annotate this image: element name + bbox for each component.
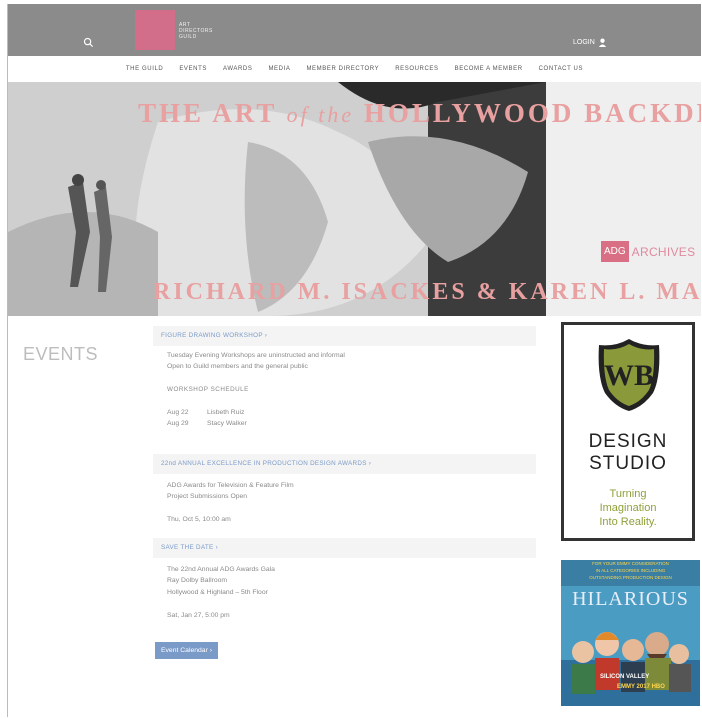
wb-design-studio-ad[interactable]: WB DESIGN STUDIO Turning Imagination Int… — [561, 322, 695, 541]
event-text: The 22nd Annual ADG Awards Gala — [167, 566, 275, 573]
event-heading-figure-drawing[interactable]: FIGURE DRAWING WORKSHOP › — [153, 326, 536, 346]
main-nav: THE GUILD EVENTS AWARDS MEDIA MEMBER DIR… — [8, 56, 701, 83]
nav-item-events[interactable]: EVENTS — [179, 66, 207, 72]
hero-authors: RICHARD M. ISACKES & KAREN L. MANESS — [153, 279, 701, 305]
event-text: Open to Guild members and the general pu… — [167, 363, 308, 370]
hilarious-headline: HILARIOUS — [572, 588, 689, 610]
event-text: ADG Awards for Television & Feature Film — [167, 482, 294, 489]
silicon-valley-emmy-ad[interactable]: FOR YOUR EMMY CONSIDERATION IN ALL CATEG… — [561, 560, 700, 706]
nav-item-become-a-member[interactable]: BECOME A MEMBER — [455, 66, 523, 72]
wb-studio-text: STUDIO — [589, 453, 667, 474]
adg-archives-badge: ADG ARCHIVES — [601, 241, 695, 262]
event-date: Sat, Jan 27, 5:00 pm — [167, 612, 230, 619]
wb-shield-logo: WB — [598, 339, 660, 411]
event-date: Thu, Oct 5, 10:00 am — [167, 516, 231, 523]
emmy-hbo-label: EMMY 2017 HBO — [617, 684, 665, 690]
event-text: Ray Dolby Ballroom — [167, 577, 228, 584]
schedule-instructor: Lisbeth Ruiz — [207, 409, 245, 416]
nav-item-the-guild[interactable]: THE GUILD — [126, 66, 163, 72]
events-heading: EVENTS — [23, 344, 99, 364]
nav-item-resources[interactable]: RESOURCES — [395, 66, 438, 72]
schedule-date: Aug 22 — [167, 409, 189, 416]
schedule-date: Aug 29 — [167, 420, 189, 427]
cast-illustration — [561, 632, 700, 706]
top-bar: ART DIRECTORS GUILD LOGIN — [8, 4, 701, 56]
archives-label: ARCHIVES — [631, 244, 696, 259]
event-text: Project Submissions Open — [167, 493, 248, 500]
wb-tagline: Into Reality. — [599, 516, 657, 528]
hero-title: THE ART of the HOLLYWOOD BACKDROP — [138, 98, 701, 128]
hero-banner[interactable]: THE ART of the HOLLYWOOD BACKDROP RICHAR… — [8, 82, 701, 316]
user-icon — [598, 38, 606, 47]
adg-logo-text[interactable]: ART DIRECTORS GUILD — [179, 22, 213, 40]
event-heading-save-the-date[interactable]: SAVE THE DATE › — [153, 538, 536, 558]
login-link[interactable]: LOGIN — [573, 38, 607, 47]
nav-item-awards[interactable]: AWARDS — [223, 66, 253, 72]
nav-item-media[interactable]: MEDIA — [268, 66, 290, 72]
nav-item-member-directory[interactable]: MEMBER DIRECTORY — [306, 66, 379, 72]
event-heading-excellence-awards[interactable]: 22nd ANNUAL EXCELLENCE IN PRODUCTION DES… — [153, 454, 536, 474]
wb-tagline: Turning — [609, 488, 647, 500]
event-text: Tuesday Evening Workshops are uninstruct… — [167, 352, 345, 359]
schedule-instructor: Stacy Walker — [207, 420, 247, 427]
login-label: LOGIN — [573, 39, 595, 46]
event-calendar-button[interactable]: Event Calendar › — [155, 642, 219, 659]
page-frame: ART DIRECTORS GUILD LOGIN THE GUILD EVEN… — [7, 4, 701, 717]
nav-item-contact-us[interactable]: CONTACT US — [539, 66, 583, 72]
show-title: SILICON VALLEY — [600, 674, 650, 680]
emmy-consideration-banner: FOR YOUR EMMY CONSIDERATION IN ALL CATEG… — [561, 560, 700, 586]
wb-design-text: DESIGN — [588, 431, 668, 452]
search-icon[interactable] — [83, 37, 94, 48]
adg-badge-box: ADG — [601, 241, 629, 262]
workshop-schedule-label: WORKSHOP SCHEDULE — [167, 386, 249, 393]
wb-letters: WB — [604, 359, 654, 392]
adg-logo-mark[interactable] — [135, 10, 175, 50]
event-text: Hollywood & Highland – 5th Floor — [167, 589, 268, 596]
wb-tagline: Imagination — [599, 502, 657, 514]
